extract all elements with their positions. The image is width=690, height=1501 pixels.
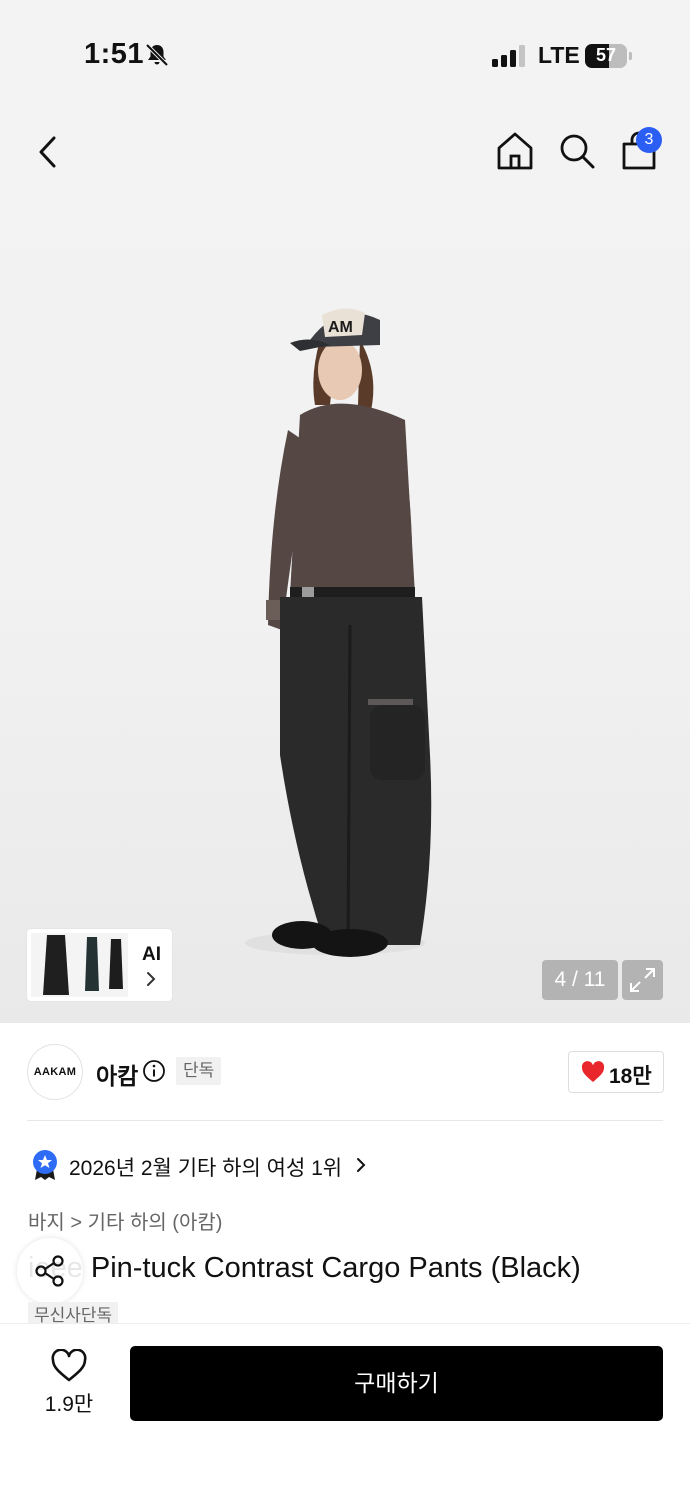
heart-filled-icon bbox=[581, 1061, 605, 1082]
search-icon[interactable] bbox=[556, 130, 598, 172]
expand-icon bbox=[630, 968, 655, 992]
chevron-right-icon[interactable] bbox=[355, 1156, 367, 1174]
ranking-text[interactable]: 2026년 2월 기타 하의 여성 1위 bbox=[69, 1152, 342, 1182]
home-icon[interactable] bbox=[494, 130, 536, 172]
thumbnail-images bbox=[31, 933, 128, 997]
battery-percent: 57 bbox=[595, 45, 617, 65]
breadcrumb[interactable]: 바지 > 기타 하의 (아캄) bbox=[28, 1206, 222, 1235]
brand-like-count: 18만 bbox=[609, 1065, 652, 1088]
brand-logo[interactable]: AAKAM bbox=[27, 1044, 83, 1100]
expand-button[interactable] bbox=[622, 960, 663, 1000]
chevron-right-icon bbox=[147, 972, 156, 986]
wishlist-count: 1.9만 bbox=[44, 1393, 94, 1416]
divider bbox=[27, 1120, 663, 1121]
battery-icon: 57 bbox=[585, 44, 633, 68]
share-button[interactable] bbox=[17, 1238, 83, 1304]
heart-outline-icon[interactable] bbox=[50, 1349, 88, 1383]
product-photo: AM bbox=[245, 308, 432, 957]
brand-name[interactable]: 아캄 bbox=[96, 1057, 138, 1091]
bell-muted-icon bbox=[145, 43, 169, 67]
exclusive-badge: 단독 bbox=[176, 1057, 222, 1085]
signal-icon bbox=[492, 45, 525, 67]
info-icon[interactable] bbox=[142, 1059, 166, 1083]
status-time: 1:51 bbox=[84, 38, 145, 70]
svg-text:AM: AM bbox=[328, 319, 353, 336]
cart-badge: 3 bbox=[636, 127, 662, 153]
product-title: ieee Pin-tuck Contrast Cargo Pants (Blac… bbox=[28, 1252, 581, 1284]
ai-label: AI bbox=[142, 944, 161, 965]
buy-button[interactable]: 구매하기 bbox=[130, 1346, 663, 1421]
back-icon[interactable] bbox=[28, 130, 68, 174]
ranking-medal-icon bbox=[33, 1150, 57, 1180]
product-image-gallery[interactable]: 1:51 LTE 57 3 AM AI 4 / 11 bbox=[0, 0, 690, 1023]
image-counter: 4 / 11 bbox=[542, 960, 618, 1000]
brand-like-button[interactable]: 18만 bbox=[568, 1051, 664, 1093]
network-label: LTE bbox=[538, 42, 580, 68]
share-icon bbox=[35, 1255, 64, 1287]
